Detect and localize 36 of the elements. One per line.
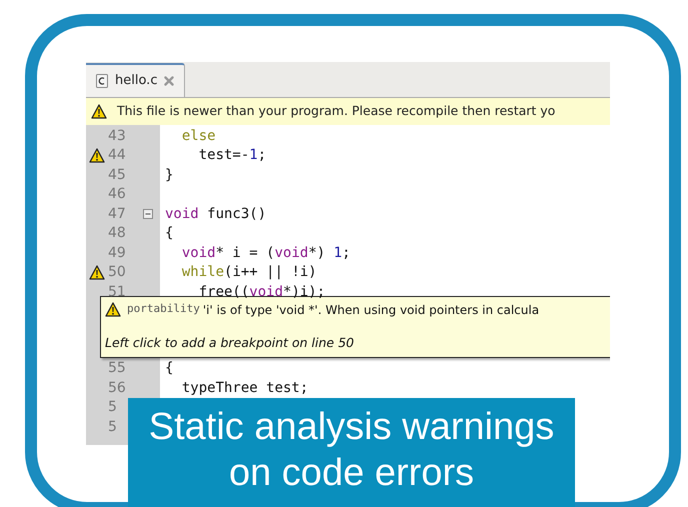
tooltip-message: 'i' is of type 'void *'. When using void pointers in calcula (202, 302, 540, 318)
line-number: 46 (108, 187, 127, 202)
tooltip-category: portability (127, 301, 200, 318)
line-number: 45 (108, 168, 127, 182)
code-line: typeThree test; (180, 380, 308, 395)
code-line: } (164, 168, 174, 182)
line-number: 48 (108, 226, 127, 240)
line-number: 49 (108, 246, 127, 260)
warning-icon (91, 104, 107, 119)
line-number: 43 (108, 128, 127, 143)
line-number: 55 (108, 361, 127, 376)
code-line: { (164, 226, 174, 240)
code-line: void* i = (void*) 1; (180, 246, 350, 260)
line-number: 51 (108, 284, 127, 299)
notification-text: This file is newer than your program. Please recompile then restart yo (117, 102, 556, 120)
line-number: 56 (108, 380, 127, 395)
code-line: void func3() (164, 206, 266, 221)
warning-icon (89, 264, 105, 280)
warning-icon (89, 148, 105, 163)
tooltip-hint: Left click to add a breakpoint on line 50 (105, 334, 355, 352)
code-line: while(i++ || !i) (180, 265, 317, 280)
line-number: 5 (108, 420, 118, 434)
warning-icon (105, 302, 121, 317)
tab-label: hello.c (115, 72, 158, 90)
c-file-icon (96, 74, 108, 88)
line-number: 44 (108, 148, 127, 162)
collapse-icon[interactable] (143, 208, 153, 219)
line-number: 47 (108, 206, 127, 221)
code-line: { (164, 361, 174, 376)
code-line: test=-1; (198, 148, 266, 162)
caption-banner: Static analysis warnings on code errors (128, 398, 575, 507)
line-number: 5 (108, 400, 118, 414)
editor-tab[interactable]: hello.c (86, 63, 186, 97)
code-line: free((void*)i); (198, 284, 326, 299)
line-number: 50 (108, 265, 127, 280)
code-line: else (180, 128, 216, 143)
